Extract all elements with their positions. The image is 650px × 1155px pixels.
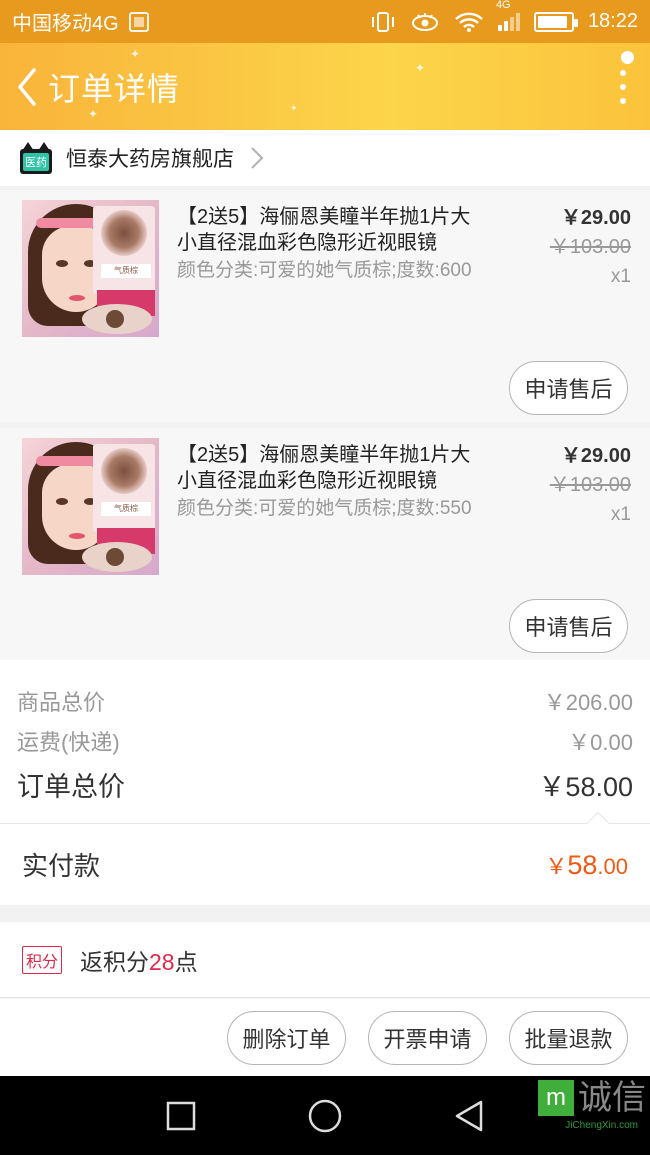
product-title[interactable]: 【2送5】海俪恩美瞳半年抛1片大小直径混血彩色隐形近视眼镜 [177,204,477,256]
price-summary: 商品总价 ￥206.00 运费(快递) ￥0.00 订单总价 ￥58.00 [0,660,650,823]
amount-decimal: .00 [597,853,628,879]
actual-payment-row: 实付款 ￥58.00 [0,811,650,905]
more-dot [620,83,626,90]
sparkle-decoration: ✦ [290,103,298,113]
product-original-price: ￥103.00 [549,474,631,496]
after-sale-button[interactable]: 申请售后 [509,599,628,653]
more-dot [620,69,626,76]
battery-icon [533,11,578,32]
order-actions: 删除订单 开票申请 批量退款 [0,999,650,1076]
network-type-label: 4G [495,0,511,11]
shipping-value: ￥0.00 [568,730,633,755]
amount-integer: 58 [567,849,598,880]
order-total-label: 订单总价 [17,771,125,802]
notification-dot [621,51,634,64]
tmall-pharmacy-icon: 医药 [20,142,52,174]
shipping-label: 运费(快递) [17,730,120,755]
header-bar: ✦ ✦ ✦ ✦ 订单详情 [0,43,650,130]
triangle-back-icon [455,1100,483,1131]
wifi-icon [455,12,483,32]
delete-order-button[interactable]: 删除订单 [227,1010,346,1065]
points-badge: 积分 [22,945,63,974]
carrier-group: 中国移动4G [12,7,149,36]
page-title: 订单详情 [48,70,181,107]
product-title[interactable]: 【2送5】海俪恩美瞳半年抛1片大小直径混血彩色隐形近视眼镜 [177,442,477,494]
points-row: 积分 返积分28点 [0,922,650,998]
carrier-name: 中国移动4G [12,13,119,35]
product-image-tag: 气质棕 [101,264,151,278]
goods-total-label: 商品总价 [17,690,106,715]
product-image[interactable]: 气质棕 [22,200,159,337]
actual-payment-label: 实付款 [22,851,101,881]
status-bar: 中国移动4G 4G 18:22 [0,0,650,43]
product-quantity: x1 [610,266,631,287]
order-total-row: 订单总价 ￥58.00 [17,761,633,807]
chevron-right-icon [251,147,264,169]
watermark-logo: m 诚信 JiChengXin.com [538,1079,646,1131]
invoice-request-button[interactable]: 开票申请 [368,1010,487,1065]
goods-total-row: 商品总价 ￥206.00 [17,681,633,721]
screenshot-notification-icon [128,11,149,32]
product-info: 【2送5】海俪恩美瞳半年抛1片大小直径混血彩色隐形近视眼镜 颜色分类:可爱的她气… [177,442,477,522]
clock: 18:22 [587,10,638,32]
currency-symbol: ￥ [545,853,568,879]
status-icons: 4G 18:22 [370,0,638,33]
product-quantity: x1 [610,504,631,525]
chevron-left-icon [18,67,36,106]
actual-payment-amount: ￥58.00 [545,849,628,881]
product-original-price: ￥103.00 [549,236,631,258]
more-dot [620,97,626,104]
watermark-mark: m [538,1080,574,1116]
shop-row[interactable]: 医药 恒泰大药房旗舰店 [0,130,650,186]
shop-name: 恒泰大药房旗舰店 [66,148,234,171]
order-item[interactable]: 气质棕 【2送5】海俪恩美瞳半年抛1片大小直径混血彩色隐形近视眼镜 颜色分类:可… [0,190,650,422]
points-prefix: 返积分 [80,948,150,975]
watermark-url: JiChengXin.com [565,1120,638,1131]
order-total-value: ￥58.00 [538,771,633,802]
sparkle-decoration: ✦ [88,107,99,121]
watermark-text: 诚信 [578,1079,646,1117]
bulk-refund-button[interactable]: 批量退款 [509,1010,628,1065]
product-sku: 颜色分类:可爱的她气质棕;度数:600 [177,260,472,281]
after-sale-button[interactable]: 申请售后 [509,361,628,415]
shipping-row: 运费(快递) ￥0.00 [17,721,633,761]
more-menu-button[interactable] [608,69,638,104]
product-info: 【2送5】海俪恩美瞳半年抛1片大小直径混血彩色隐形近视眼镜 颜色分类:可爱的她气… [177,204,477,284]
product-price: ￥29.00 [560,207,631,229]
square-icon [166,1101,196,1130]
product-price: ￥29.00 [560,445,631,467]
product-image[interactable]: 气质棕 [22,438,159,575]
back-nav-button[interactable] [453,1099,485,1133]
points-count: 28 [149,948,175,975]
product-prices: ￥29.00 ￥103.00 x1 [550,204,631,292]
product-prices: ￥29.00 ￥103.00 x1 [550,442,631,530]
vibrate-icon [371,11,394,32]
sparkle-decoration: ✦ [415,61,426,75]
points-suffix: 点 [174,948,198,975]
product-sku: 颜色分类:可爱的她气质棕;度数:550 [177,498,472,519]
order-item[interactable]: 气质棕 【2送5】海俪恩美瞳半年抛1片大小直径混血彩色隐形近视眼镜 颜色分类:可… [0,428,650,660]
signal-icon: 4G [496,0,520,31]
pharmacy-badge-label: 医药 [23,152,49,171]
sparkle-decoration: ✦ [130,47,141,61]
points-text: 返积分28点 [80,943,198,977]
product-image-tag: 气质棕 [101,502,151,516]
recents-button[interactable] [165,1100,197,1132]
goods-total-value: ￥206.00 [543,690,633,715]
circle-icon [308,1099,342,1132]
back-button[interactable] [12,65,42,109]
eye-comfort-icon [411,12,438,31]
home-button[interactable] [307,1098,343,1134]
